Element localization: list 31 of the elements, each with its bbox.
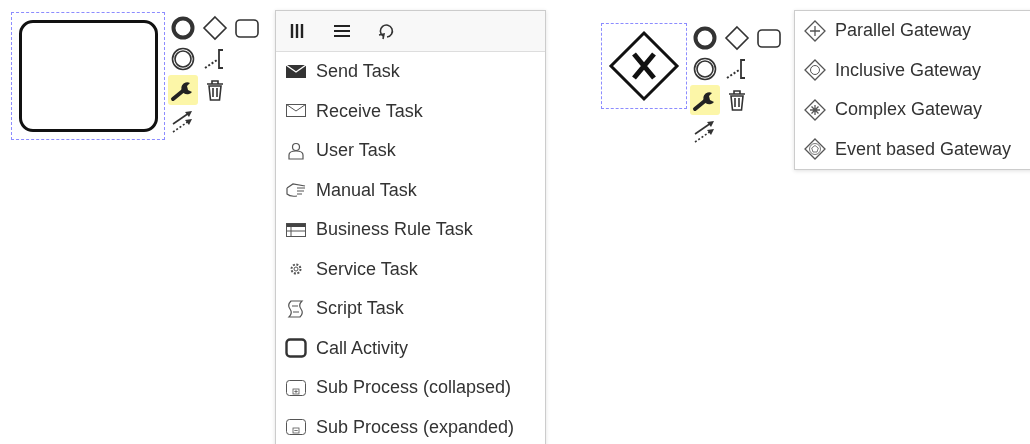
menu-item[interactable]: User Task bbox=[276, 131, 545, 171]
double-circle-icon bbox=[170, 46, 196, 72]
diamond-tool[interactable] bbox=[200, 13, 230, 43]
diamond-tool[interactable] bbox=[722, 23, 752, 53]
diamond-asterisk-icon bbox=[804, 98, 826, 121]
menu-item[interactable]: Manual Task bbox=[276, 170, 545, 210]
menu-item[interactable]: Receive Task bbox=[276, 91, 545, 131]
menu-item[interactable]: Script Task bbox=[276, 289, 545, 329]
menu-item[interactable]: Event based Gateway bbox=[795, 129, 1030, 169]
loop-icon[interactable] bbox=[376, 21, 396, 41]
menu-item[interactable]: Business Rule Task bbox=[276, 210, 545, 250]
wrench-tool[interactable] bbox=[690, 85, 720, 115]
end-event-icon bbox=[692, 25, 718, 51]
menu-item[interactable]: Call Activity bbox=[276, 328, 545, 368]
menu-item[interactable]: Service Task bbox=[276, 249, 545, 289]
menu-item[interactable]: Sub Process (expanded) bbox=[276, 407, 545, 444]
task-shape[interactable] bbox=[19, 20, 158, 132]
double-circle-icon bbox=[692, 56, 718, 82]
menu-item[interactable]: Sub Process (collapsed) bbox=[276, 368, 545, 408]
diamond-pentagon-icon bbox=[804, 138, 826, 161]
menu-item[interactable]: Inclusive Gateway bbox=[795, 50, 1030, 90]
rounded-rect-icon bbox=[285, 337, 307, 360]
diamond-plus-icon bbox=[804, 19, 826, 42]
menu-item[interactable]: Parallel Gateway bbox=[795, 11, 1030, 51]
diamond-icon bbox=[724, 25, 750, 51]
diamond-icon bbox=[202, 15, 228, 41]
wrench-tool[interactable] bbox=[168, 75, 198, 105]
menu-item[interactable]: Complex Gateway bbox=[795, 90, 1030, 130]
end-event-icon bbox=[170, 15, 196, 41]
exclusive-gateway-shape[interactable] bbox=[608, 30, 680, 102]
menu-item[interactable]: Send Task bbox=[276, 52, 545, 92]
